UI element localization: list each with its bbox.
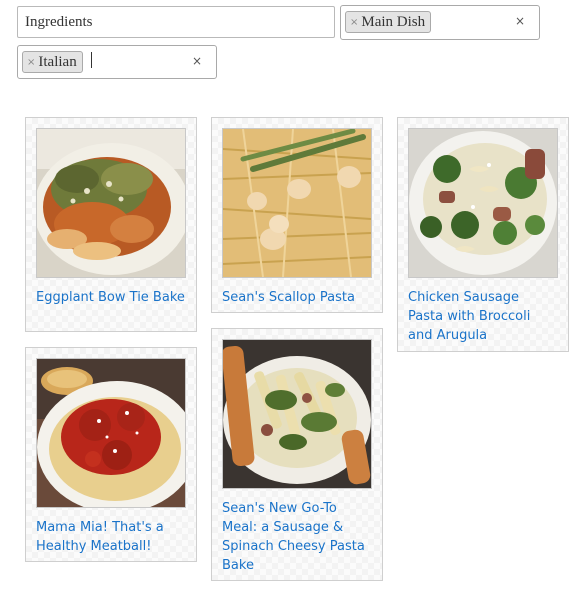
clear-cuisine-icon[interactable]: × — [192, 54, 202, 68]
cuisine-chip-label: Italian — [38, 53, 77, 70]
sausage-broccoli-pasta-photo[interactable] — [408, 128, 558, 278]
meatball-spaghetti-image — [37, 359, 185, 507]
recipe-title-link[interactable]: Mama Mia! That's a Healthy Meatball! — [36, 518, 186, 556]
eggplant-bake-image — [37, 129, 185, 277]
eggplant-bake-photo[interactable] — [36, 128, 186, 278]
remove-chip-icon[interactable]: × — [350, 17, 358, 28]
spinach-pasta-bake-image — [223, 340, 371, 488]
recipe-card[interactable]: Mama Mia! That's a Healthy Meatball! — [25, 347, 197, 562]
text-cursor — [91, 52, 92, 68]
course-chip-label: Main Dish — [361, 13, 426, 30]
recipe-title-link[interactable]: Eggplant Bow Tie Bake — [36, 288, 186, 307]
recipe-card[interactable]: Chicken Sausage Pasta with Broccoli and … — [397, 117, 569, 352]
recipe-title-link[interactable]: Sean's Scallop Pasta — [222, 288, 372, 307]
recipe-card[interactable]: Sean's New Go-To Meal: a Sausage & Spina… — [211, 328, 383, 581]
clear-course-icon[interactable]: × — [515, 14, 525, 28]
course-chip-main-dish: × Main Dish — [345, 11, 432, 33]
scallop-pasta-image — [223, 129, 371, 277]
sausage-broccoli-pasta-image — [409, 129, 557, 277]
cuisine-select[interactable]: × Italian × — [17, 45, 217, 79]
scallop-pasta-photo[interactable] — [222, 128, 372, 278]
ingredients-search-input[interactable] — [17, 6, 335, 38]
recipe-title-link[interactable]: Chicken Sausage Pasta with Broccoli and … — [408, 288, 558, 345]
spinach-pasta-bake-photo[interactable] — [222, 339, 372, 489]
recipe-title-link[interactable]: Sean's New Go-To Meal: a Sausage & Spina… — [222, 499, 372, 575]
meatball-spaghetti-photo[interactable] — [36, 358, 186, 508]
recipe-card[interactable]: Eggplant Bow Tie Bake — [25, 117, 197, 332]
course-select[interactable]: × Main Dish × — [340, 5, 540, 40]
remove-chip-icon[interactable]: × — [27, 57, 35, 68]
recipe-card[interactable]: Sean's Scallop Pasta — [211, 117, 383, 313]
cuisine-chip-italian: × Italian — [22, 51, 83, 73]
